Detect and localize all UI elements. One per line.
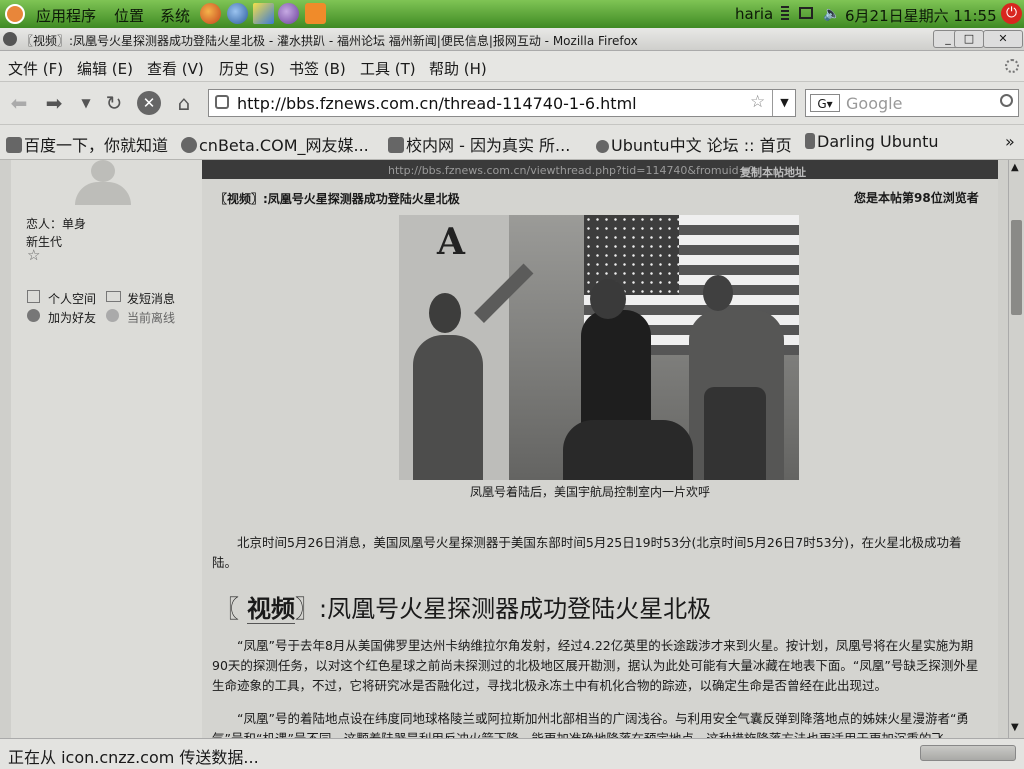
content-heading: 〖视频〗:凤凰号火星探测器成功登陆火星北极 xyxy=(215,595,712,624)
throbber-icon xyxy=(1005,59,1019,73)
paragraph-3: “凤凰”号的着陆地点设在纬度同地球格陵兰或阿拉斯加州北部相当的广阔浅谷。与利用安… xyxy=(212,711,969,738)
history-dropdown-icon[interactable]: ▼ xyxy=(74,91,98,115)
menu-bookmarks[interactable]: 书签 (B) xyxy=(289,58,346,79)
firefox-window-icon xyxy=(3,32,17,46)
window-title: 〖视频〗:凤凰号火星探测器成功登陆火星北极 - 灌水拱趴 - 福州论坛 福州新闻… xyxy=(21,34,638,48)
ubuntu-logo-icon[interactable] xyxy=(5,4,25,24)
search-magnifier-icon[interactable] xyxy=(1000,94,1013,107)
post-body: 〖视频〗:凤凰号火星探测器成功登陆火星北极 您是本帖第98位浏览者 A 凤凰号着… xyxy=(202,179,998,738)
avatar[interactable] xyxy=(73,160,133,205)
copy-link-button[interactable]: 复制本帖地址 xyxy=(740,164,806,180)
bookmark-cnbeta[interactable]: cnBeta.COM_网友媒... xyxy=(181,132,369,156)
darling-favicon-icon xyxy=(805,133,815,149)
personal-space-link[interactable]: 个人空间 xyxy=(48,290,96,307)
username-label[interactable]: haria xyxy=(735,5,773,23)
send-message-link[interactable]: 发短消息 xyxy=(127,290,175,307)
post-photo[interactable]: A xyxy=(399,215,799,480)
add-friend-icon xyxy=(27,309,40,322)
menu-view[interactable]: 查看 (V) xyxy=(147,58,204,79)
menu-bar: 文件 (F) 编辑 (E) 查看 (V) 历史 (S) 书签 (B) 工具 (T… xyxy=(0,51,1024,82)
url-bar[interactable]: ☆ ▼ xyxy=(208,89,796,117)
bookmarks-toolbar: 百度一下，你就知道 cnBeta.COM_网友媒... 校内网 - 因为真实 所… xyxy=(0,125,1024,160)
online-status: 当前离线 xyxy=(127,311,176,325)
post-header-bar: http://bbs.fznews.com.cn/viewthread.php?… xyxy=(202,160,998,179)
clock[interactable]: 6月21日星期六 11:55 xyxy=(845,5,997,26)
scroll-down-arrow-icon[interactable]: ▼ xyxy=(1011,722,1019,733)
close-button[interactable]: ✕ xyxy=(983,30,1023,48)
forward-icon[interactable]: ➡ xyxy=(42,91,66,115)
power-icon[interactable]: ⏻ xyxy=(1001,3,1022,24)
paragraph-2: “凤凰”号于去年8月从美国佛罗里达州卡纳维拉尔角发射，经过4.22亿英里的长途跋… xyxy=(212,638,979,693)
paragraph-1: 北京时间5月26日消息，美国凤凰号火星探测器于美国东部时间5月25日19时53分… xyxy=(212,535,962,570)
user-relationship: 恋人：单身 xyxy=(26,217,87,231)
add-friend-link[interactable]: 加为好友 xyxy=(48,309,96,326)
network-icon[interactable] xyxy=(799,7,813,19)
menu-tools[interactable]: 工具 (T) xyxy=(360,58,416,79)
menu-edit[interactable]: 编辑 (E) xyxy=(77,58,133,79)
rank-star-icon: ☆ xyxy=(27,246,41,264)
bookmark-darling-ubuntu[interactable]: Darling Ubuntu xyxy=(805,132,939,151)
site-identity-icon[interactable] xyxy=(215,95,229,109)
bookmark-ubuntu-cn[interactable]: Ubuntu中文 论坛 :: 首页 xyxy=(596,132,792,156)
xiaonei-favicon-icon xyxy=(388,137,404,153)
loading-progress-bar xyxy=(920,745,1016,761)
offline-icon xyxy=(106,309,119,322)
thread-url: http://bbs.fznews.com.cn/viewthread.php?… xyxy=(388,164,755,177)
volume-icon[interactable]: 🔈 xyxy=(823,6,840,22)
bookmark-star-icon[interactable]: ☆ xyxy=(750,92,765,112)
search-engine-google-icon[interactable]: G▾ xyxy=(810,94,840,112)
user-info-panel: 恋人：单身 新生代 ☆ 个人空间 发短消息 加为好友 当前离线 xyxy=(11,160,202,738)
ubuntu-favicon-icon xyxy=(596,140,609,153)
maximize-button[interactable]: □ xyxy=(954,30,984,48)
bookmark-baidu[interactable]: 百度一下，你就知道 xyxy=(6,132,168,156)
message-icon xyxy=(106,291,121,302)
search-input[interactable] xyxy=(846,93,996,113)
page-content: 恋人：单身 新生代 ☆ 个人空间 发短消息 加为好友 当前离线 http://b… xyxy=(0,160,1008,738)
bookmark-xiaonei[interactable]: 校内网 - 因为真实 所... xyxy=(388,132,570,156)
search-bar[interactable]: G▾ xyxy=(805,89,1019,117)
viewer-count: 您是本帖第98位浏览者 xyxy=(854,191,979,205)
status-text: 正在从 icon.cnzz.com 传送数据... xyxy=(8,748,259,767)
stop-icon[interactable]: ✕ xyxy=(137,91,161,115)
cnbeta-favicon-icon xyxy=(181,137,197,153)
bookmarks-overflow-button[interactable]: » xyxy=(1005,132,1015,151)
vertical-scrollbar[interactable]: ▲ ▼ xyxy=(1008,160,1024,738)
system-menu[interactable]: 系统 xyxy=(160,5,190,26)
scrollbar-thumb[interactable] xyxy=(1011,220,1022,315)
back-icon[interactable]: ⬅ xyxy=(7,91,31,115)
url-input[interactable] xyxy=(237,93,757,113)
url-dropdown-button[interactable]: ▼ xyxy=(772,90,796,116)
home-icon[interactable]: ⌂ xyxy=(172,91,196,115)
notification-icon[interactable] xyxy=(781,6,789,22)
menu-history[interactable]: 历史 (S) xyxy=(219,58,275,79)
reload-icon[interactable]: ↻ xyxy=(102,91,126,115)
firefox-launcher-icon[interactable] xyxy=(200,3,221,24)
places-menu[interactable]: 位置 xyxy=(114,5,144,26)
send-launcher-icon[interactable] xyxy=(253,3,274,24)
person-left xyxy=(413,335,483,480)
menu-file[interactable]: 文件 (F) xyxy=(8,58,63,79)
video-tag: 视频 xyxy=(247,595,295,624)
post-title: 〖视频〗:凤凰号火星探测器成功登陆火星北极 xyxy=(215,192,460,206)
status-bar: 正在从 icon.cnzz.com 传送数据... xyxy=(0,738,1024,769)
navigation-toolbar: ⬅ ➡ ▼ ↻ ✕ ⌂ ☆ ▼ G▾ xyxy=(0,82,1024,125)
window-titlebar[interactable]: 〖视频〗:凤凰号火星探测器成功登陆火星北极 - 灌水拱趴 - 福州论坛 福州新闻… xyxy=(0,28,1024,51)
scroll-up-arrow-icon[interactable]: ▲ xyxy=(1011,162,1019,173)
thunderbird-launcher-icon[interactable] xyxy=(227,3,248,24)
university-logo: A xyxy=(437,221,465,263)
photo-caption: 凤凰号着陆后，美国宇航局控制室内一片欢呼 xyxy=(470,485,711,499)
menu-help[interactable]: 帮助 (H) xyxy=(429,58,487,79)
baidu-favicon-icon xyxy=(6,137,22,153)
home-space-icon xyxy=(27,290,40,303)
pidgin-launcher-icon[interactable] xyxy=(278,3,299,24)
recycle-launcher-icon[interactable] xyxy=(305,3,326,24)
top-panel: 应用程序 位置 系统 haria 🔈 6月21日星期六 11:55 ⏻ xyxy=(0,0,1024,28)
applications-menu[interactable]: 应用程序 xyxy=(36,5,96,26)
